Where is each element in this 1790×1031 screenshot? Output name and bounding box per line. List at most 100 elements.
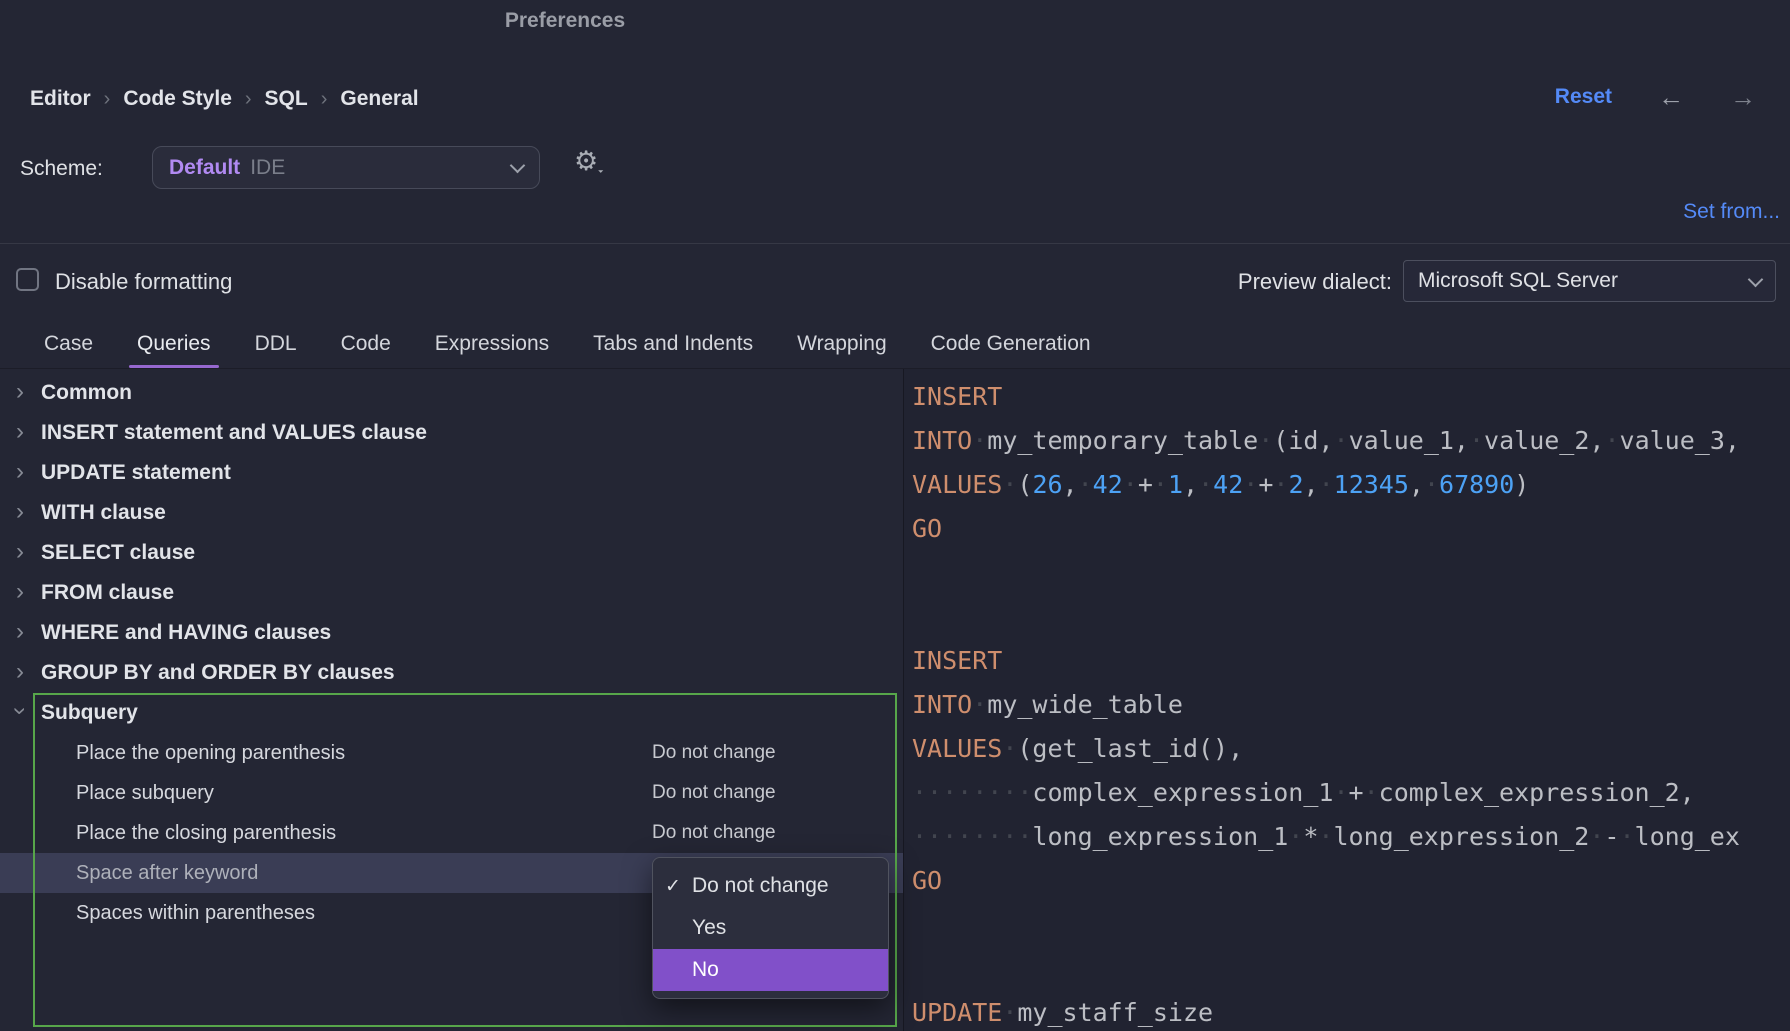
tree-group-select[interactable]: › SELECT clause — [0, 533, 903, 573]
chevron-down-icon[interactable]: › — [8, 700, 32, 722]
check-icon: ✓ — [665, 875, 692, 898]
forward-arrow-icon[interactable]: → — [1730, 84, 1756, 110]
setting-label: Place the opening parenthesis — [76, 742, 345, 765]
tab-ddl[interactable]: DDL — [233, 322, 319, 368]
scheme-label: Scheme: — [20, 157, 103, 181]
popup-item-label: No — [692, 958, 719, 982]
tree-group-label: FROM clause — [41, 581, 174, 605]
code-line: INSERT — [912, 639, 1790, 683]
tree-group-label: WHERE and HAVING clauses — [41, 621, 331, 645]
setting-label: Space after keyword — [76, 862, 258, 885]
tree-group-label: Common — [41, 381, 132, 405]
tree-group-common[interactable]: › Common — [0, 373, 903, 413]
setting-label: Place the closing parenthesis — [76, 822, 336, 845]
chevron-right-icon[interactable]: › — [9, 380, 31, 404]
breadcrumb-item-editor[interactable]: Editor — [30, 87, 91, 111]
breadcrumb-item-general: General — [340, 87, 418, 111]
tab-expressions[interactable]: Expressions — [413, 322, 571, 368]
tree-group-label: WITH clause — [41, 501, 166, 525]
setting-place-subquery[interactable]: Place subquery Do not change — [0, 773, 903, 813]
sql-preview-code: INSERTINTO·my_temporary_table·(id,·value… — [903, 369, 1790, 1031]
tree-group-where-having[interactable]: › WHERE and HAVING clauses — [0, 613, 903, 653]
tree-group-update[interactable]: › UPDATE statement — [0, 453, 903, 493]
back-arrow-icon[interactable]: ← — [1658, 84, 1684, 110]
tree-group-insert-values[interactable]: › INSERT statement and VALUES clause — [0, 413, 903, 453]
breadcrumb-item-code-style[interactable]: Code Style — [123, 87, 232, 111]
tab-code[interactable]: Code — [319, 322, 413, 368]
tree-group-with[interactable]: › WITH clause — [0, 493, 903, 533]
chevron-down-icon — [510, 157, 526, 173]
setting-value[interactable]: Do not change — [652, 782, 776, 804]
tab-code-generation[interactable]: Code Generation — [909, 322, 1113, 368]
code-line: INTO·my_wide_table — [912, 683, 1790, 727]
tree-group-label: Subquery — [41, 701, 138, 725]
tree-group-label: GROUP BY and ORDER BY clauses — [41, 661, 395, 685]
content-area: › Common › INSERT statement and VALUES c… — [0, 368, 1790, 1031]
preview-dialect-value: Microsoft SQL Server — [1418, 269, 1618, 293]
setting-value[interactable]: Do not change — [652, 742, 776, 764]
breadcrumb-separator: › — [321, 88, 328, 111]
setting-place-closing-parenthesis[interactable]: Place the closing parenthesis Do not cha… — [0, 813, 903, 853]
window-title: Preferences — [505, 9, 625, 33]
reset-button[interactable]: Reset — [1555, 85, 1612, 109]
tab-tabs-and-indents[interactable]: Tabs and Indents — [571, 322, 775, 368]
chevron-right-icon[interactable]: › — [9, 500, 31, 524]
tab-wrapping[interactable]: Wrapping — [775, 322, 909, 368]
preview-dialect-dropdown[interactable]: Microsoft SQL Server — [1403, 260, 1776, 302]
chevron-right-icon[interactable]: › — [9, 580, 31, 604]
code-line: VALUES·(get_last_id(), — [912, 727, 1790, 771]
setting-label: Spaces within parentheses — [76, 902, 315, 925]
popup-item-label: Do not change — [692, 874, 829, 898]
preferences-window: Preferences Editor › Code Style › SQL › … — [0, 0, 1790, 1031]
gear-icon[interactable]: ⚙ — [574, 148, 598, 175]
tree-group-label: UPDATE statement — [41, 461, 231, 485]
breadcrumb-item-sql[interactable]: SQL — [265, 87, 308, 111]
tab-queries[interactable]: Queries — [115, 322, 233, 368]
popup-item-label: Yes — [692, 916, 726, 940]
tree-group-label: INSERT statement and VALUES clause — [41, 421, 427, 445]
scheme-dropdown[interactable]: Default IDE — [152, 146, 540, 189]
code-line — [912, 947, 1790, 991]
code-line: INTO·my_temporary_table·(id,·value_1,·va… — [912, 419, 1790, 463]
tab-case[interactable]: Case — [22, 322, 115, 368]
code-line: ········long_expression_1·*·long_express… — [912, 815, 1790, 859]
preview-dialect-label: Preview dialect: — [1238, 269, 1392, 295]
code-line — [912, 595, 1790, 639]
setting-place-opening-parenthesis[interactable]: Place the opening parenthesis Do not cha… — [0, 733, 903, 773]
breadcrumb: Editor › Code Style › SQL › General — [30, 87, 419, 111]
code-line: GO — [912, 507, 1790, 551]
popup-item-yes[interactable]: Yes — [653, 907, 888, 949]
chevron-right-icon[interactable]: › — [9, 420, 31, 444]
disable-formatting-checkbox[interactable] — [16, 268, 39, 291]
chevron-right-icon[interactable]: › — [9, 540, 31, 564]
chevron-down-icon — [1748, 271, 1764, 287]
scheme-value: Default — [169, 156, 240, 180]
breadcrumb-separator: › — [245, 88, 252, 111]
popup-item-no[interactable]: No — [653, 949, 888, 991]
code-line: UPDATE·my_staff_size — [912, 991, 1790, 1031]
code-line — [912, 903, 1790, 947]
setting-value[interactable]: Do not change — [652, 822, 776, 844]
scheme-suffix: IDE — [250, 156, 285, 180]
chevron-right-icon[interactable]: › — [9, 460, 31, 484]
breadcrumb-separator: › — [104, 88, 111, 111]
code-line: INSERT — [912, 375, 1790, 419]
set-from-link[interactable]: Set from... — [1683, 200, 1780, 224]
tree-group-subquery[interactable]: › Subquery — [0, 693, 903, 733]
setting-label: Place subquery — [76, 782, 214, 805]
tree-group-from[interactable]: › FROM clause — [0, 573, 903, 613]
code-line: ········complex_expression_1·+·complex_e… — [912, 771, 1790, 815]
popup-item-do-not-change[interactable]: ✓ Do not change — [653, 865, 888, 907]
header-divider — [0, 243, 1790, 244]
chevron-right-icon[interactable]: › — [9, 660, 31, 684]
chevron-right-icon[interactable]: › — [9, 620, 31, 644]
disable-formatting-label: Disable formatting — [55, 269, 232, 295]
code-style-tabs: Case Queries DDL Code Expressions Tabs a… — [22, 322, 1113, 368]
code-line: GO — [912, 859, 1790, 903]
value-dropdown-popup: ✓ Do not change Yes No — [652, 857, 889, 999]
code-line — [912, 551, 1790, 595]
code-line: VALUES·(26,·42·+·1,·42·+·2,·12345,·67890… — [912, 463, 1790, 507]
tree-group-group-order[interactable]: › GROUP BY and ORDER BY clauses — [0, 653, 903, 693]
nav-actions: Reset ← → — [1555, 84, 1756, 110]
tree-group-label: SELECT clause — [41, 541, 195, 565]
